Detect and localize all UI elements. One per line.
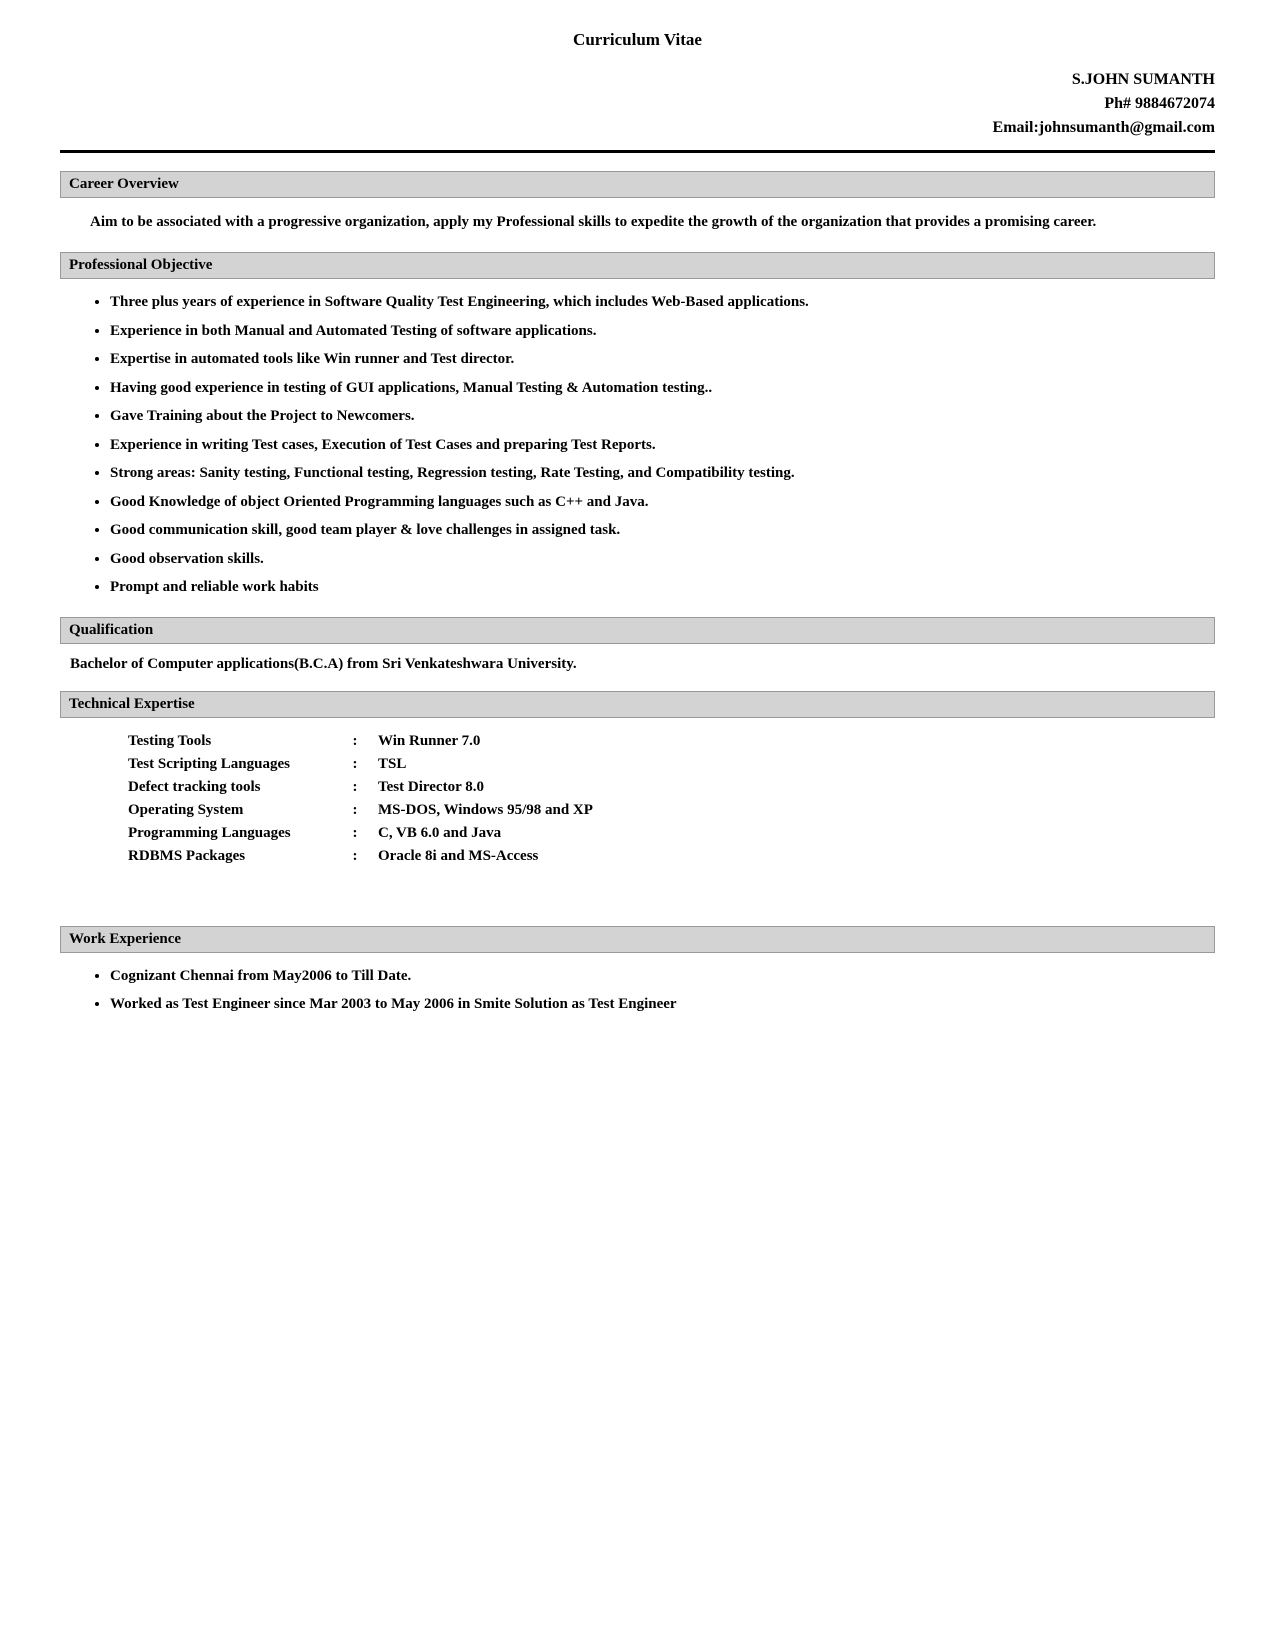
tech-value: Oracle 8i and MS-Access — [370, 845, 670, 868]
technical-expertise-header: Technical Expertise — [60, 691, 1215, 718]
tech-label: RDBMS Packages — [120, 845, 340, 868]
header-contact: S.JOHN SUMANTH Ph# 9884672074 Email:john… — [60, 68, 1215, 140]
list-item: Experience in both Manual and Automated … — [110, 320, 1215, 343]
work-experience-header: Work Experience — [60, 926, 1215, 953]
list-item: Expertise in automated tools like Win ru… — [110, 348, 1215, 371]
list-item: Cognizant Chennai from May2006 to Till D… — [110, 965, 1215, 988]
tech-value: Win Runner 7.0 — [370, 730, 670, 753]
tech-label: Operating System — [120, 799, 340, 822]
list-item: Good observation skills. — [110, 548, 1215, 571]
list-item: Good Knowledge of object Oriented Progra… — [110, 491, 1215, 514]
list-item: Gave Training about the Project to Newco… — [110, 405, 1215, 428]
page-title: Curriculum Vitae — [60, 30, 1215, 50]
tech-colon: : — [340, 753, 370, 776]
qualification-text: Bachelor of Computer applications(B.C.A)… — [60, 656, 1215, 673]
table-row: Test Scripting Languages : TSL — [120, 753, 670, 776]
tech-label: Test Scripting Languages — [120, 753, 340, 776]
header-divider — [60, 150, 1215, 153]
table-row: Operating System : MS-DOS, Windows 95/98… — [120, 799, 670, 822]
tech-value: MS-DOS, Windows 95/98 and XP — [370, 799, 670, 822]
career-overview-header: Career Overview — [60, 171, 1215, 198]
career-overview-text: Aim to be associated with a progressive … — [60, 210, 1215, 234]
tech-label: Programming Languages — [120, 822, 340, 845]
tech-value: Test Director 8.0 — [370, 776, 670, 799]
tech-colon: : — [340, 845, 370, 868]
qualification-header: Qualification — [60, 617, 1215, 644]
list-item: Strong areas: Sanity testing, Functional… — [110, 462, 1215, 485]
list-item: Having good experience in testing of GUI… — [110, 377, 1215, 400]
header-name: S.JOHN SUMANTH — [60, 68, 1215, 92]
list-item: Prompt and reliable work habits — [110, 576, 1215, 599]
list-item: Good communication skill, good team play… — [110, 519, 1215, 542]
tech-label: Testing Tools — [120, 730, 340, 753]
tech-value: C, VB 6.0 and Java — [370, 822, 670, 845]
list-item: Three plus years of experience in Softwa… — [110, 291, 1215, 314]
spacer — [60, 886, 1215, 926]
header-phone: Ph# 9884672074 — [60, 92, 1215, 116]
list-item: Experience in writing Test cases, Execut… — [110, 434, 1215, 457]
technical-expertise-table: Testing Tools : Win Runner 7.0 Test Scri… — [120, 730, 670, 868]
tech-colon: : — [340, 822, 370, 845]
work-experience-list: Cognizant Chennai from May2006 to Till D… — [60, 965, 1215, 1016]
table-row: Programming Languages : C, VB 6.0 and Ja… — [120, 822, 670, 845]
header-email: Email:johnsumanth@gmail.com — [60, 116, 1215, 140]
table-row: RDBMS Packages : Oracle 8i and MS-Access — [120, 845, 670, 868]
table-row: Defect tracking tools : Test Director 8.… — [120, 776, 670, 799]
list-item: Worked as Test Engineer since Mar 2003 t… — [110, 993, 1215, 1016]
professional-objective-list: Three plus years of experience in Softwa… — [60, 291, 1215, 599]
tech-colon: : — [340, 730, 370, 753]
tech-colon: : — [340, 776, 370, 799]
tech-label: Defect tracking tools — [120, 776, 340, 799]
tech-colon: : — [340, 799, 370, 822]
tech-value: TSL — [370, 753, 670, 776]
professional-objective-header: Professional Objective — [60, 252, 1215, 279]
table-row: Testing Tools : Win Runner 7.0 — [120, 730, 670, 753]
